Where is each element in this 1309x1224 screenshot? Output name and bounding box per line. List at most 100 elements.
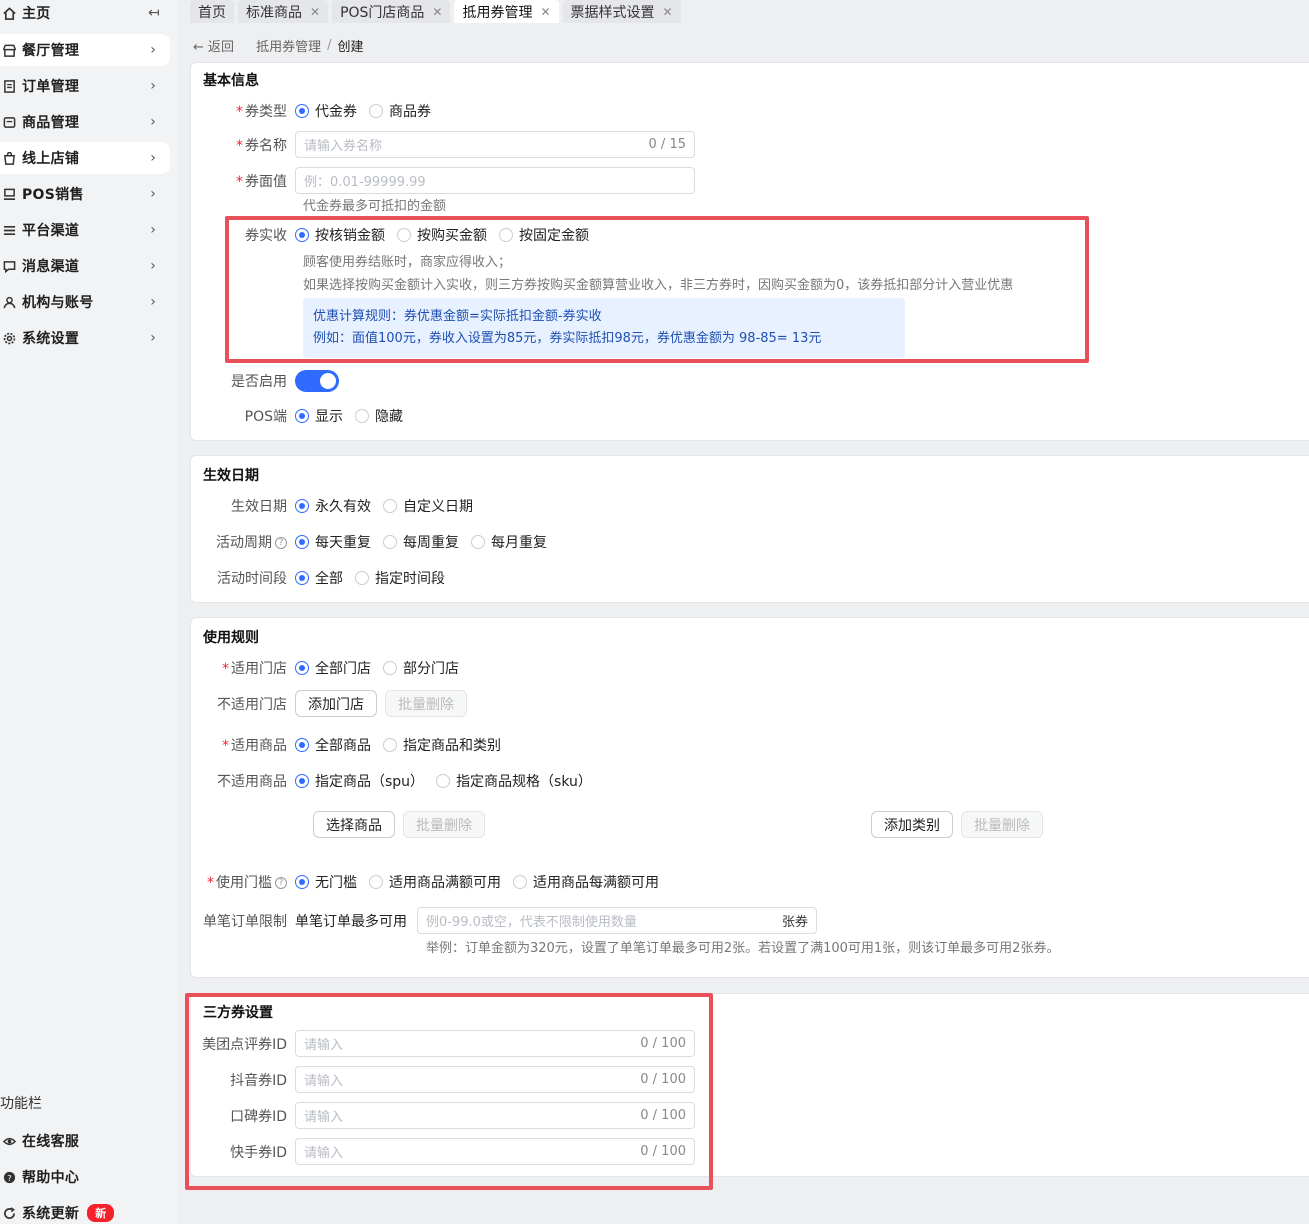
face-value-input[interactable]: 例：0.01-99999.99 [295, 167, 695, 194]
sidebar-item-org-accounts[interactable]: 机构与账号 › [0, 286, 170, 318]
coupon-name-input[interactable]: 请输入券名称 0 / 15 [295, 131, 695, 158]
char-count: 0 / 100 [640, 1072, 686, 1087]
chevron-right-icon: › [150, 222, 156, 238]
tab-home[interactable]: 首页 [190, 0, 234, 23]
close-icon[interactable]: ✕ [310, 5, 320, 19]
radio-show[interactable]: 显示 [295, 406, 343, 426]
tab-receipt-style[interactable]: 票据样式设置 ✕ [562, 0, 681, 23]
product-icon [2, 115, 16, 129]
meituan-id-input[interactable]: 请输入 0 / 100 [295, 1030, 695, 1057]
batch-delete-category-button[interactable]: 批量删除 [961, 811, 1043, 838]
update-icon [2, 1206, 16, 1220]
batch-delete-goods-button[interactable]: 批量删除 [403, 811, 485, 838]
eye-icon [2, 1134, 16, 1148]
third-party-card: 三方券设置 美团点评券ID 请输入 0 / 100 抖音券ID 请输入 0 / 10… [190, 993, 1309, 1177]
sidebar-item-pos-sales[interactable]: POS销售 › [0, 178, 170, 210]
field-label: * 适用门店 [222, 661, 287, 677]
radio-spu[interactable]: 指定商品（spu） [295, 771, 424, 791]
face-value-hint: 代金券最多可抵扣的金额 [303, 199, 447, 214]
sidebar-item-label: 消息渠道 [22, 259, 80, 275]
activity-cycle-row: 活动周期? 每天重复 每周重复 每月重复 [191, 530, 559, 554]
radio-all-period[interactable]: 全部 [295, 568, 343, 588]
field-label: 活动时间段 [217, 571, 287, 587]
enabled-row: 是否启用 [191, 369, 339, 393]
sidebar-item-orders[interactable]: 订单管理 › [0, 70, 170, 102]
radio-cash-coupon[interactable]: 代金券 [295, 101, 357, 121]
radio-goods-coupon[interactable]: 商品券 [369, 101, 431, 121]
tab-pos-store-goods[interactable]: POS门店商品 ✕ [332, 0, 451, 23]
radio-permanent[interactable]: 永久有效 [295, 496, 371, 516]
section-title: 使用规则 [203, 630, 259, 646]
sidebar-item-label: 商品管理 [22, 115, 80, 131]
radio-hide[interactable]: 隐藏 [355, 406, 403, 426]
sidebar-item-platform-channels[interactable]: 平台渠道 › [0, 214, 170, 246]
breadcrumb: ← 返回 抵用券管理 / 创建 [193, 36, 363, 55]
breadcrumb-current: 创建 [337, 40, 364, 55]
add-store-button[interactable]: 添加门店 [295, 690, 377, 717]
back-button[interactable]: ← 返回 [193, 36, 234, 55]
sidebar-item-label: 机构与账号 [22, 295, 94, 311]
sidebar-item-online-shop[interactable]: 线上店铺 › [0, 142, 170, 174]
radio-every-full-amount[interactable]: 适用商品每满额可用 [513, 872, 659, 892]
sidebar-item-system-update[interactable]: 系统更新 新 [0, 1197, 170, 1224]
radio-specified-goods-categories[interactable]: 指定商品和类别 [383, 735, 501, 755]
tab-standard-goods[interactable]: 标准商品 ✕ [238, 0, 329, 23]
radio-some-stores[interactable]: 部分门店 [383, 658, 459, 678]
radio-full-amount[interactable]: 适用商品满额可用 [369, 872, 501, 892]
tab-coupon-management[interactable]: 抵用券管理 ✕ [454, 0, 559, 23]
order-limit-input[interactable]: 例0-99.0或空，代表不限制使用数量 张券 [417, 907, 817, 934]
close-icon[interactable]: ✕ [663, 5, 673, 19]
add-category-button[interactable]: 添加类别 [871, 811, 953, 838]
radio-specified-period[interactable]: 指定时间段 [355, 568, 445, 588]
field-label: 不适用门店 [217, 696, 287, 713]
sidebar-item-products[interactable]: 商品管理 › [0, 106, 170, 138]
sidebar-item-help-center[interactable]: ? 帮助中心 [0, 1161, 170, 1193]
shop-icon [2, 151, 16, 165]
kuaishou-id-input[interactable]: 请输入 0 / 100 [295, 1138, 695, 1165]
new-badge: 新 [87, 1204, 115, 1222]
radio-custom-date[interactable]: 自定义日期 [383, 496, 473, 516]
koubei-id-input[interactable]: 请输入 0 / 100 [295, 1102, 695, 1129]
chevron-right-icon: › [150, 258, 156, 274]
help-circle-icon: ? [2, 1170, 16, 1184]
sidebar-item-online-service[interactable]: 在线客服 [0, 1125, 170, 1157]
radio-weekly[interactable]: 每周重复 [383, 532, 459, 552]
order-icon [2, 79, 16, 93]
radio-all-stores[interactable]: 全部门店 [295, 658, 371, 678]
field-label: 口碑券ID [230, 1108, 287, 1125]
radio-all-goods[interactable]: 全部商品 [295, 735, 371, 755]
close-icon[interactable]: ✕ [432, 5, 442, 19]
radio-by-fixed-amount[interactable]: 按固定金额 [499, 225, 589, 245]
enabled-toggle[interactable] [295, 370, 339, 392]
sidebar-item-label: 订单管理 [22, 79, 80, 95]
coupon-type-row: * 券类型 代金券 商品券 [191, 99, 443, 123]
threshold-row: * 使用门槛? 无门槛 适用商品满额可用 适用商品每满额可用 [191, 870, 671, 894]
breadcrumb-parent[interactable]: 抵用券管理 [256, 36, 321, 55]
select-goods-button[interactable]: 选择商品 [313, 811, 395, 838]
radio-daily[interactable]: 每天重复 [295, 532, 371, 552]
sidebar-item-restaurant[interactable]: 餐厅管理 › [0, 34, 170, 66]
sidebar-item-system-settings[interactable]: 系统设置 › [0, 322, 170, 354]
batch-delete-button[interactable]: 批量删除 [385, 690, 467, 717]
activity-period-row: 活动时间段 全部 指定时间段 [191, 566, 457, 590]
close-icon[interactable]: ✕ [540, 5, 550, 19]
radio-by-redeem-amount[interactable]: 按核销金额 [295, 225, 385, 245]
basic-info-card: 基本信息 * 券类型 代金券 商品券 * 券名称 请输入券名称 0 / 15 * 券面值… [190, 62, 1309, 441]
field-label: 活动周期? [191, 532, 295, 552]
field-label: * 适用商品 [222, 738, 287, 754]
douyin-id-input[interactable]: 请输入 0 / 100 [295, 1066, 695, 1093]
sidebar-item-label: 系统设置 [22, 331, 80, 347]
radio-monthly[interactable]: 每月重复 [471, 532, 547, 552]
radio-by-purchase-amount[interactable]: 按购买金额 [397, 225, 487, 245]
excluded-stores-row: 不适用门店 添加门店 批量删除 [191, 690, 475, 717]
store-icon [2, 43, 16, 57]
radio-sku[interactable]: 指定商品规格（sku） [436, 771, 592, 791]
sidebar-item-message-channels[interactable]: 消息渠道 › [0, 250, 170, 282]
breadcrumb-separator: / [327, 38, 332, 53]
sidebar-item-home[interactable]: 主页 [0, 0, 170, 29]
help-icon[interactable]: ? [275, 877, 287, 889]
chevron-right-icon: › [150, 42, 156, 58]
radio-no-threshold[interactable]: 无门槛 [295, 872, 357, 892]
chevron-right-icon: › [150, 150, 156, 166]
help-icon[interactable]: ? [275, 537, 287, 549]
